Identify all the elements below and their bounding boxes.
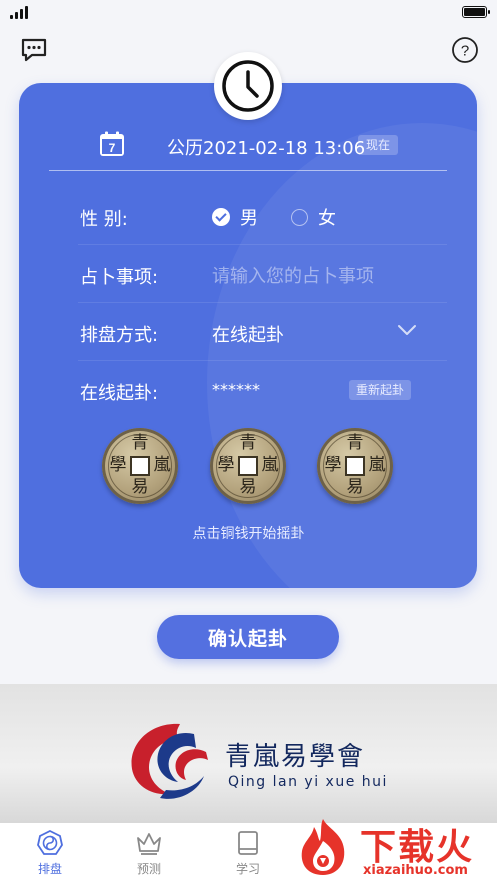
divider (49, 170, 447, 171)
svg-text:?: ? (461, 43, 469, 60)
tab-xuexi[interactable]: 学习 (218, 829, 278, 877)
now-button[interactable]: 现在 (358, 135, 399, 155)
radio-unchecked-icon (291, 208, 308, 226)
phoenix-logo-icon (131, 723, 208, 799)
matter-label: 占卜事项: (80, 267, 159, 288)
crown-icon (137, 833, 161, 855)
book-icon (238, 831, 258, 855)
reset-button[interactable]: 重新起卦 (349, 380, 412, 400)
tab-yuce[interactable]: 预测 (119, 829, 179, 877)
copper-coin[interactable]: 青 嵐 易 學 (102, 428, 178, 504)
online-result: ****** (212, 380, 260, 399)
online-label: 在线起卦: (80, 383, 159, 404)
signal-icon (10, 6, 30, 19)
matter-input[interactable]: 请输入您的占卜事项 (212, 262, 374, 288)
clock-badge (214, 52, 282, 120)
banner-title: 青嵐易學會 (225, 742, 366, 772)
calendar-icon: 7 (100, 131, 124, 156)
method-select[interactable]: 在线起卦 (212, 321, 284, 347)
shake-hint: 点击铜钱开始摇卦 (192, 526, 305, 542)
gender-male-option[interactable]: 男 (212, 204, 258, 230)
battery-icon (462, 6, 490, 18)
copper-coin[interactable]: 青 嵐 易 學 (210, 428, 286, 504)
clock-icon (222, 60, 274, 112)
svg-text:7: 7 (109, 141, 116, 155)
gender-female-option[interactable]: 女 (291, 204, 336, 230)
divider (78, 302, 447, 303)
watermark: 下载火 xiazaihuo.com (290, 815, 497, 883)
promo-banner[interactable]: 青嵐易學會 Qing lan yi xue hui (0, 684, 497, 823)
chat-bubble-icon[interactable] (20, 36, 48, 64)
banner-subtitle: Qing lan yi xue hui (228, 774, 388, 790)
radio-checked-icon (212, 208, 230, 226)
divider (78, 360, 447, 361)
lunar-solar-date[interactable]: 公历2021-02-18 13:06 (167, 134, 365, 160)
question-circle-icon[interactable]: ? (451, 36, 479, 64)
divider (78, 244, 447, 245)
taiji-icon (37, 829, 63, 855)
copper-coin[interactable]: 青 嵐 易 學 (317, 428, 393, 504)
method-label: 排盘方式: (80, 325, 159, 346)
tab-paipan[interactable]: 排盘 (20, 829, 80, 877)
status-bar (0, 0, 497, 26)
flame-logo-icon (301, 819, 345, 875)
gender-label: 性 别: (80, 209, 128, 230)
date-row[interactable]: 7 公历2021-02-18 13:06 现在 (19, 126, 477, 166)
confirm-button[interactable]: 确认起卦 (157, 615, 339, 659)
chevron-down-icon[interactable] (397, 323, 417, 337)
